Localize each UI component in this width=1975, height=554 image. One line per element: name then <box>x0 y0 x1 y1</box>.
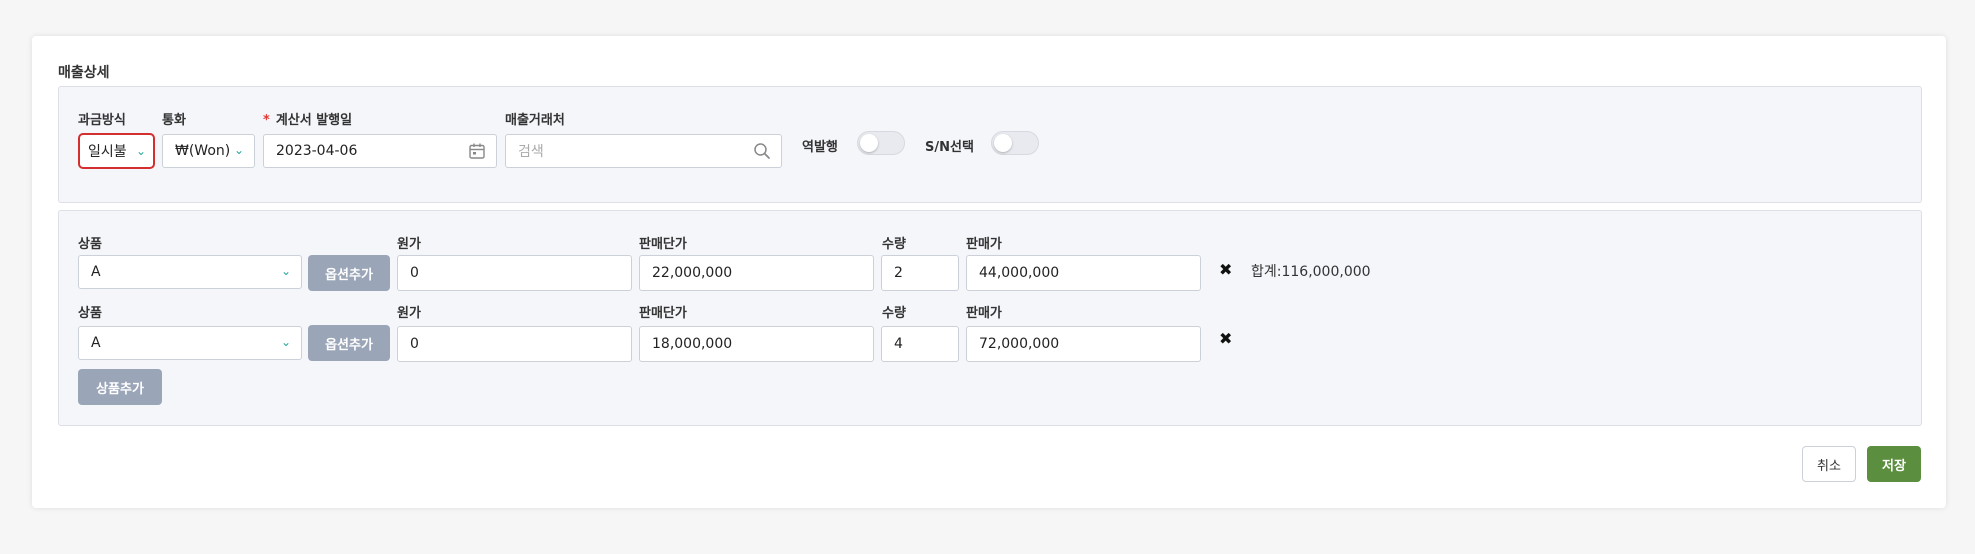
product-select[interactable]: A ⌄ <box>78 326 302 360</box>
chevron-down-icon: ⌄ <box>233 143 244 157</box>
quantity-input[interactable]: 2 <box>881 255 959 291</box>
unit-price-label: 판매단가 <box>639 306 687 321</box>
currency-label: 통화 <box>162 113 186 128</box>
chevron-down-icon: ⌄ <box>280 264 291 278</box>
cost-value: 0 <box>410 336 419 352</box>
chevron-down-icon: ⌄ <box>280 335 291 349</box>
add-option-button[interactable]: 옵션추가 <box>308 325 390 361</box>
currency-value: ₩(Won) <box>175 143 231 159</box>
sale-price-input[interactable]: 72,000,000 <box>966 326 1201 362</box>
product-label: 상품 <box>78 237 102 252</box>
billing-method-value: 일시불 <box>88 144 127 160</box>
sale-price-value: 44,000,000 <box>979 265 1060 281</box>
issue-date-label-text: 계산서 발행일 <box>275 113 353 128</box>
unit-price-value: 18,000,000 <box>652 336 733 352</box>
reverse-issue-label: 역발행 <box>802 140 838 155</box>
close-icon[interactable]: ✖ <box>1219 329 1232 348</box>
quantity-label: 수량 <box>882 237 906 252</box>
sale-price-label: 판매가 <box>966 306 1002 321</box>
cost-input[interactable]: 0 <box>397 326 632 362</box>
chevron-down-icon: ⌄ <box>135 144 146 158</box>
customer-search-input[interactable]: 검색 <box>505 134 782 168</box>
add-option-button[interactable]: 옵션추가 <box>308 255 390 291</box>
product-select[interactable]: A ⌄ <box>78 255 302 289</box>
quantity-value: 4 <box>894 336 903 352</box>
billing-method-select[interactable]: 일시불 ⌄ <box>78 133 155 169</box>
sale-price-value: 72,000,000 <box>979 336 1060 352</box>
sn-select-label: S/N선택 <box>925 140 974 155</box>
toggle-knob <box>860 134 878 152</box>
customer-search-placeholder: 검색 <box>518 144 544 160</box>
cost-input[interactable]: 0 <box>397 255 632 291</box>
add-product-button[interactable]: 상품추가 <box>78 369 162 405</box>
cost-value: 0 <box>410 265 419 281</box>
cancel-button[interactable]: 취소 <box>1802 446 1856 482</box>
unit-price-value: 22,000,000 <box>652 265 733 281</box>
toggle-knob <box>994 134 1012 152</box>
sale-price-input[interactable]: 44,000,000 <box>966 255 1201 291</box>
quantity-label: 수량 <box>882 306 906 321</box>
sale-price-label: 판매가 <box>966 237 1002 252</box>
quantity-value: 2 <box>894 265 903 281</box>
issue-date-label: * 계산서 발행일 <box>263 109 352 128</box>
cost-label: 원가 <box>397 306 421 321</box>
billing-method-label: 과금방식 <box>78 113 126 128</box>
calendar-icon[interactable] <box>468 142 486 160</box>
search-icon[interactable] <box>753 142 771 160</box>
issue-date-input[interactable]: 2023-04-06 <box>263 134 497 168</box>
customer-label: 매출거래처 <box>505 113 565 128</box>
cost-label: 원가 <box>397 237 421 252</box>
product-label: 상품 <box>78 306 102 321</box>
unit-price-input[interactable]: 22,000,000 <box>639 255 874 291</box>
quantity-input[interactable]: 4 <box>881 326 959 362</box>
unit-price-label: 판매단가 <box>639 237 687 252</box>
product-value: A <box>91 335 101 351</box>
sn-select-toggle[interactable] <box>991 131 1039 155</box>
issue-date-value: 2023-04-06 <box>276 143 358 159</box>
currency-select[interactable]: ₩(Won) ⌄ <box>162 134 255 168</box>
product-value: A <box>91 264 101 280</box>
section-title: 매출상세 <box>58 65 110 81</box>
save-button[interactable]: 저장 <box>1867 446 1921 482</box>
total-amount: 합계:116,000,000 <box>1251 264 1371 280</box>
reverse-issue-toggle[interactable] <box>857 131 905 155</box>
required-mark: * <box>263 113 270 128</box>
unit-price-input[interactable]: 18,000,000 <box>639 326 874 362</box>
close-icon[interactable]: ✖ <box>1219 260 1232 279</box>
